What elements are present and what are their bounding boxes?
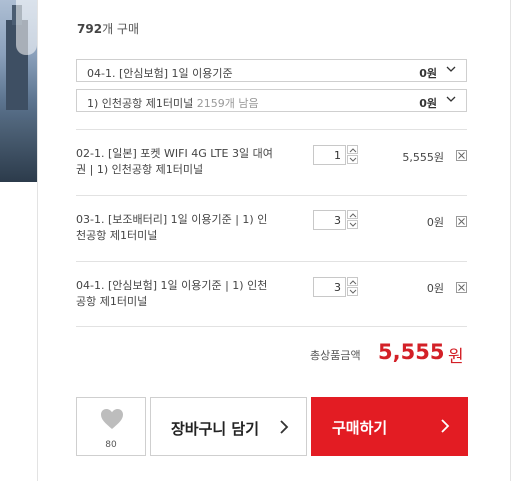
chevron-up-icon	[349, 280, 357, 285]
remove-item-button[interactable]	[456, 282, 467, 293]
total-amount: 5,555	[378, 340, 445, 364]
divider	[37, 0, 38, 481]
chevron-up-icon	[349, 148, 357, 153]
divider	[76, 326, 467, 327]
total-currency: 원	[448, 347, 464, 367]
cart-item-price: 0원	[426, 282, 444, 295]
decrease-button[interactable]	[347, 220, 358, 229]
close-icon	[458, 218, 465, 225]
option-price: 0원	[419, 67, 437, 80]
option-price: 0원	[419, 97, 437, 110]
heart-icon	[101, 409, 123, 429]
cart-item-name: 03-1. [보조배터리] 1일 이용기준 | 1) 인천공항 제1터미널	[76, 213, 268, 242]
option-select-insurance[interactable]: 04-1. [안심보험] 1일 이용기준 0원	[76, 59, 467, 82]
close-icon	[458, 284, 465, 291]
chevron-down-icon	[446, 96, 456, 102]
option-select-location[interactable]: 1) 인천공항 제1터미널 2159개 남음 0원	[76, 89, 467, 112]
divider	[76, 261, 467, 262]
increase-button[interactable]	[347, 210, 358, 219]
increase-button[interactable]	[347, 145, 358, 154]
divider	[510, 0, 511, 481]
quantity-stepper[interactable]: 3	[313, 210, 359, 230]
cart-item-name: 02-1. [일본] 포켓 WIFI 4G LTE 3일 대여권 | 1) 인천…	[76, 147, 273, 176]
like-button[interactable]: 80	[76, 397, 146, 456]
quantity-input[interactable]: 1	[313, 145, 346, 165]
like-count: 80	[105, 440, 117, 450]
divider	[76, 129, 467, 130]
quantity-input[interactable]: 3	[313, 277, 346, 297]
chevron-right-icon	[280, 420, 289, 434]
close-icon	[458, 152, 465, 159]
chevron-right-icon	[441, 419, 450, 433]
option-label: 1) 인천공항 제1터미널 2159개 남음	[87, 97, 259, 110]
chevron-up-icon	[349, 213, 357, 218]
divider	[76, 195, 467, 196]
cart-button-label: 장바구니 담기	[171, 420, 260, 438]
purchase-count: 792개 구매	[77, 22, 139, 36]
buy-button-label: 구매하기	[332, 419, 388, 437]
buy-now-button[interactable]: 구매하기	[311, 397, 468, 456]
increase-button[interactable]	[347, 277, 358, 286]
quantity-input[interactable]: 3	[313, 210, 346, 230]
chevron-down-icon	[349, 157, 357, 162]
remove-item-button[interactable]	[456, 150, 467, 161]
product-photo	[0, 0, 37, 182]
chevron-down-icon	[349, 222, 357, 227]
decrease-button[interactable]	[347, 155, 358, 164]
cart-item-name: 04-1. [안심보험] 1일 이용기준 | 1) 인천공항 제1터미널	[76, 279, 268, 308]
decrease-button[interactable]	[347, 287, 358, 296]
chevron-down-icon	[349, 289, 357, 294]
total-label: 총상품금액	[310, 349, 361, 362]
chevron-down-icon	[446, 66, 456, 72]
quantity-stepper[interactable]: 3	[313, 277, 359, 297]
add-to-cart-button[interactable]: 장바구니 담기	[150, 397, 307, 456]
remove-item-button[interactable]	[456, 216, 467, 227]
quantity-stepper[interactable]: 1	[313, 145, 359, 165]
option-label: 04-1. [안심보험] 1일 이용기준	[87, 67, 233, 80]
cart-item-price: 5,555원	[402, 151, 444, 164]
cart-item-price: 0원	[426, 216, 444, 229]
